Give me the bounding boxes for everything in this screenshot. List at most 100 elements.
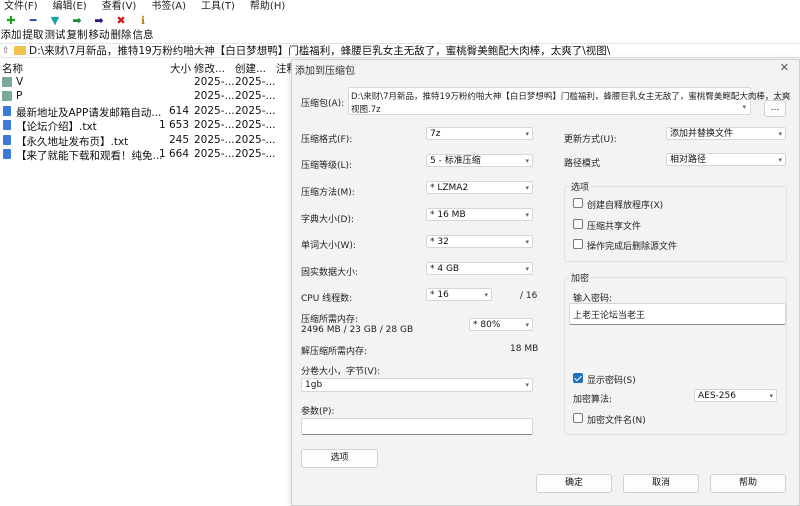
encryption-method-select[interactable]: AES-256 ▾: [694, 389, 777, 402]
chevron-down-icon: ▾: [769, 392, 773, 400]
options-button[interactable]: 选项: [301, 449, 378, 468]
menu-item[interactable]: 帮助(H): [250, 0, 285, 14]
dialog-titlebar[interactable]: 添加到压缩包 ✕: [292, 60, 799, 77]
file-created: 2025-...: [235, 90, 276, 103]
cpu-threads-select[interactable]: * 16 ▾: [426, 288, 492, 301]
memory-percent-value: * 80%: [473, 320, 501, 330]
current-path[interactable]: D:\来财\7月新品，推特19万粉约啪大神【白日梦想鸭】门槛福利，蜂腰巨乳女主无…: [29, 43, 610, 58]
show-password-checkbox[interactable]: [573, 373, 583, 383]
info-icon: ℹ: [140, 14, 146, 27]
file-row[interactable]: 最新地址及APP请发邮箱自动... 614 2025-... 2025-...: [0, 104, 300, 119]
dictionary-select[interactable]: * 16 MB ▾: [426, 208, 533, 221]
browse-button[interactable]: ...: [764, 100, 786, 117]
archive-path-line1: D:\来财\7月新品，推特19万粉约啪大神【白日梦想鸭】门槛福利，蜂腰巨乳女主无…: [351, 92, 791, 102]
encryption-method-value: AES-256: [698, 391, 736, 401]
up-arrow-icon[interactable]: ⇧: [2, 46, 12, 56]
file-row[interactable]: 【来了就能下载和观看！纯免... 1 664 2025-... 2025-...: [0, 147, 300, 162]
dialog-title: 添加到压缩包: [295, 66, 355, 77]
file-row[interactable]: P 2025-... 2025-...: [0, 89, 300, 103]
encrypt-names-checkbox[interactable]: [573, 413, 583, 423]
cancel-button[interactable]: 取消: [623, 474, 699, 493]
toolbar-button[interactable]: ➡ 移动: [88, 14, 110, 42]
column-created[interactable]: 创建...: [235, 61, 266, 76]
format-select[interactable]: 7z ▾: [426, 127, 533, 140]
password-input[interactable]: 上老王论坛当老王: [569, 303, 786, 325]
menu-item[interactable]: 书签(A): [151, 0, 186, 14]
menu-item[interactable]: 编辑(E): [53, 0, 87, 14]
file-row[interactable]: 【论坛介绍】.txt 1 653 2025-... 2025-...: [0, 118, 300, 133]
word-size-select[interactable]: * 32 ▾: [426, 235, 533, 248]
file-row[interactable]: 【永久地址发布页】.txt 245 2025-... 2025-...: [0, 133, 300, 148]
file-name: V: [16, 76, 24, 88]
solid-size-select[interactable]: * 4 GB ▾: [426, 262, 533, 275]
file-created: 2025-...: [235, 104, 276, 117]
toolbar-button[interactable]: ▼ 测试: [44, 14, 66, 42]
compress-shared-label[interactable]: 压缩共享文件: [587, 219, 641, 232]
ok-button[interactable]: 确定: [536, 474, 612, 493]
file-name: P: [16, 90, 23, 103]
test-icon: ▼: [50, 14, 60, 27]
menu-item[interactable]: 查看(V): [102, 0, 137, 14]
update-mode-select[interactable]: 添加并替换文件 ▾: [666, 127, 786, 140]
column-name[interactable]: 名称: [2, 61, 23, 76]
file-created: 2025-...: [235, 133, 276, 146]
create-sfx-checkbox[interactable]: [573, 198, 583, 208]
encrypt-names-label[interactable]: 加密文件名(N): [587, 413, 646, 426]
file-list-header: 名称 大小 修改... 创建... 注释: [0, 60, 300, 76]
cpu-threads-value: * 16: [430, 290, 449, 300]
chevron-down-icon: ▾: [525, 157, 529, 165]
toolbar-button[interactable]: ✖ 删除: [110, 14, 132, 42]
path-mode-select[interactable]: 相对路径 ▾: [666, 153, 786, 166]
create-sfx-label[interactable]: 创建自释放程序(X): [587, 198, 663, 211]
menu-item[interactable]: 工具(T): [201, 0, 235, 14]
level-label: 压缩等级(L):: [301, 161, 353, 171]
compress-shared-checkbox[interactable]: [573, 219, 583, 229]
file-row[interactable]: V 2025-... 2025-...: [0, 75, 300, 89]
chevron-down-icon: ▾: [778, 156, 782, 164]
toolbar-button[interactable]: ✚ 添加: [0, 14, 22, 42]
menu-item[interactable]: 文件(F): [4, 0, 38, 14]
chevron-down-icon: ▾: [525, 184, 529, 192]
memory-label: 压缩所需内存:: [301, 315, 359, 325]
file-size: 1 664: [158, 148, 189, 160]
parameters-label: 参数(P):: [301, 407, 335, 417]
file-icon: [3, 105, 11, 116]
delete-icon: ✖: [116, 14, 126, 27]
options-group-title: 选项: [569, 180, 592, 193]
toolbar-button[interactable]: ℹ 信息: [132, 14, 154, 42]
show-password-label[interactable]: 显示密码(S): [587, 373, 636, 386]
word-size-value: * 32: [430, 237, 449, 247]
address-bar[interactable]: ⇧ D:\来财\7月新品，推特19万粉约啪大神【白日梦想鸭】门槛福利，蜂腰巨乳女…: [0, 43, 800, 58]
file-created: 2025-...: [235, 76, 276, 88]
file-name: 【来了就能下载和观看！纯免...: [16, 150, 163, 162]
toolbar: ✚ 添加 ━ 提取 ▼ 测试 ➡ 复制 ➡ 移动 ✖ 删除 ℹ 信息: [0, 14, 800, 42]
split-volume-select[interactable]: 1gb ▾: [301, 378, 533, 392]
format-value: 7z: [430, 129, 441, 139]
delete-after-label[interactable]: 操作完成后删除源文件: [587, 239, 677, 252]
level-select[interactable]: 5 - 标准压缩 ▾: [426, 154, 533, 167]
toolbar-button-label: 删除: [110, 29, 132, 41]
toolbar-button[interactable]: ➡ 复制: [66, 14, 88, 42]
chevron-down-icon: ▾: [525, 321, 529, 329]
file-icon: [3, 120, 11, 131]
path-mode-value: 相对路径: [670, 155, 707, 165]
archive-path-combo[interactable]: D:\来财\7月新品，推特19万粉约啪大神【白日梦想鸭】门槛福利，蜂腰巨乳女主无…: [348, 87, 790, 115]
help-button[interactable]: 帮助: [710, 474, 786, 493]
column-size[interactable]: 大小: [170, 61, 191, 76]
column-modified[interactable]: 修改...: [194, 61, 225, 76]
file-modified: 2025-...: [194, 148, 235, 160]
file-size: 614: [168, 104, 189, 117]
close-icon[interactable]: ✕: [780, 61, 789, 74]
file-icon: [3, 149, 11, 159]
toolbar-button[interactable]: ━ 提取: [22, 14, 44, 42]
plus-icon: ✚: [6, 14, 16, 27]
memory-percent-select[interactable]: * 80% ▾: [469, 318, 533, 331]
chevron-down-icon: ▾: [742, 103, 746, 111]
encryption-group-title: 加密: [569, 271, 592, 284]
toolbar-button-label: 复制: [66, 29, 88, 41]
delete-after-checkbox[interactable]: [573, 239, 583, 249]
parameters-input[interactable]: [301, 418, 533, 435]
chevron-down-icon: ▾: [778, 130, 782, 138]
chevron-down-icon: ▾: [525, 211, 529, 219]
method-select[interactable]: * LZMA2 ▾: [426, 181, 533, 194]
